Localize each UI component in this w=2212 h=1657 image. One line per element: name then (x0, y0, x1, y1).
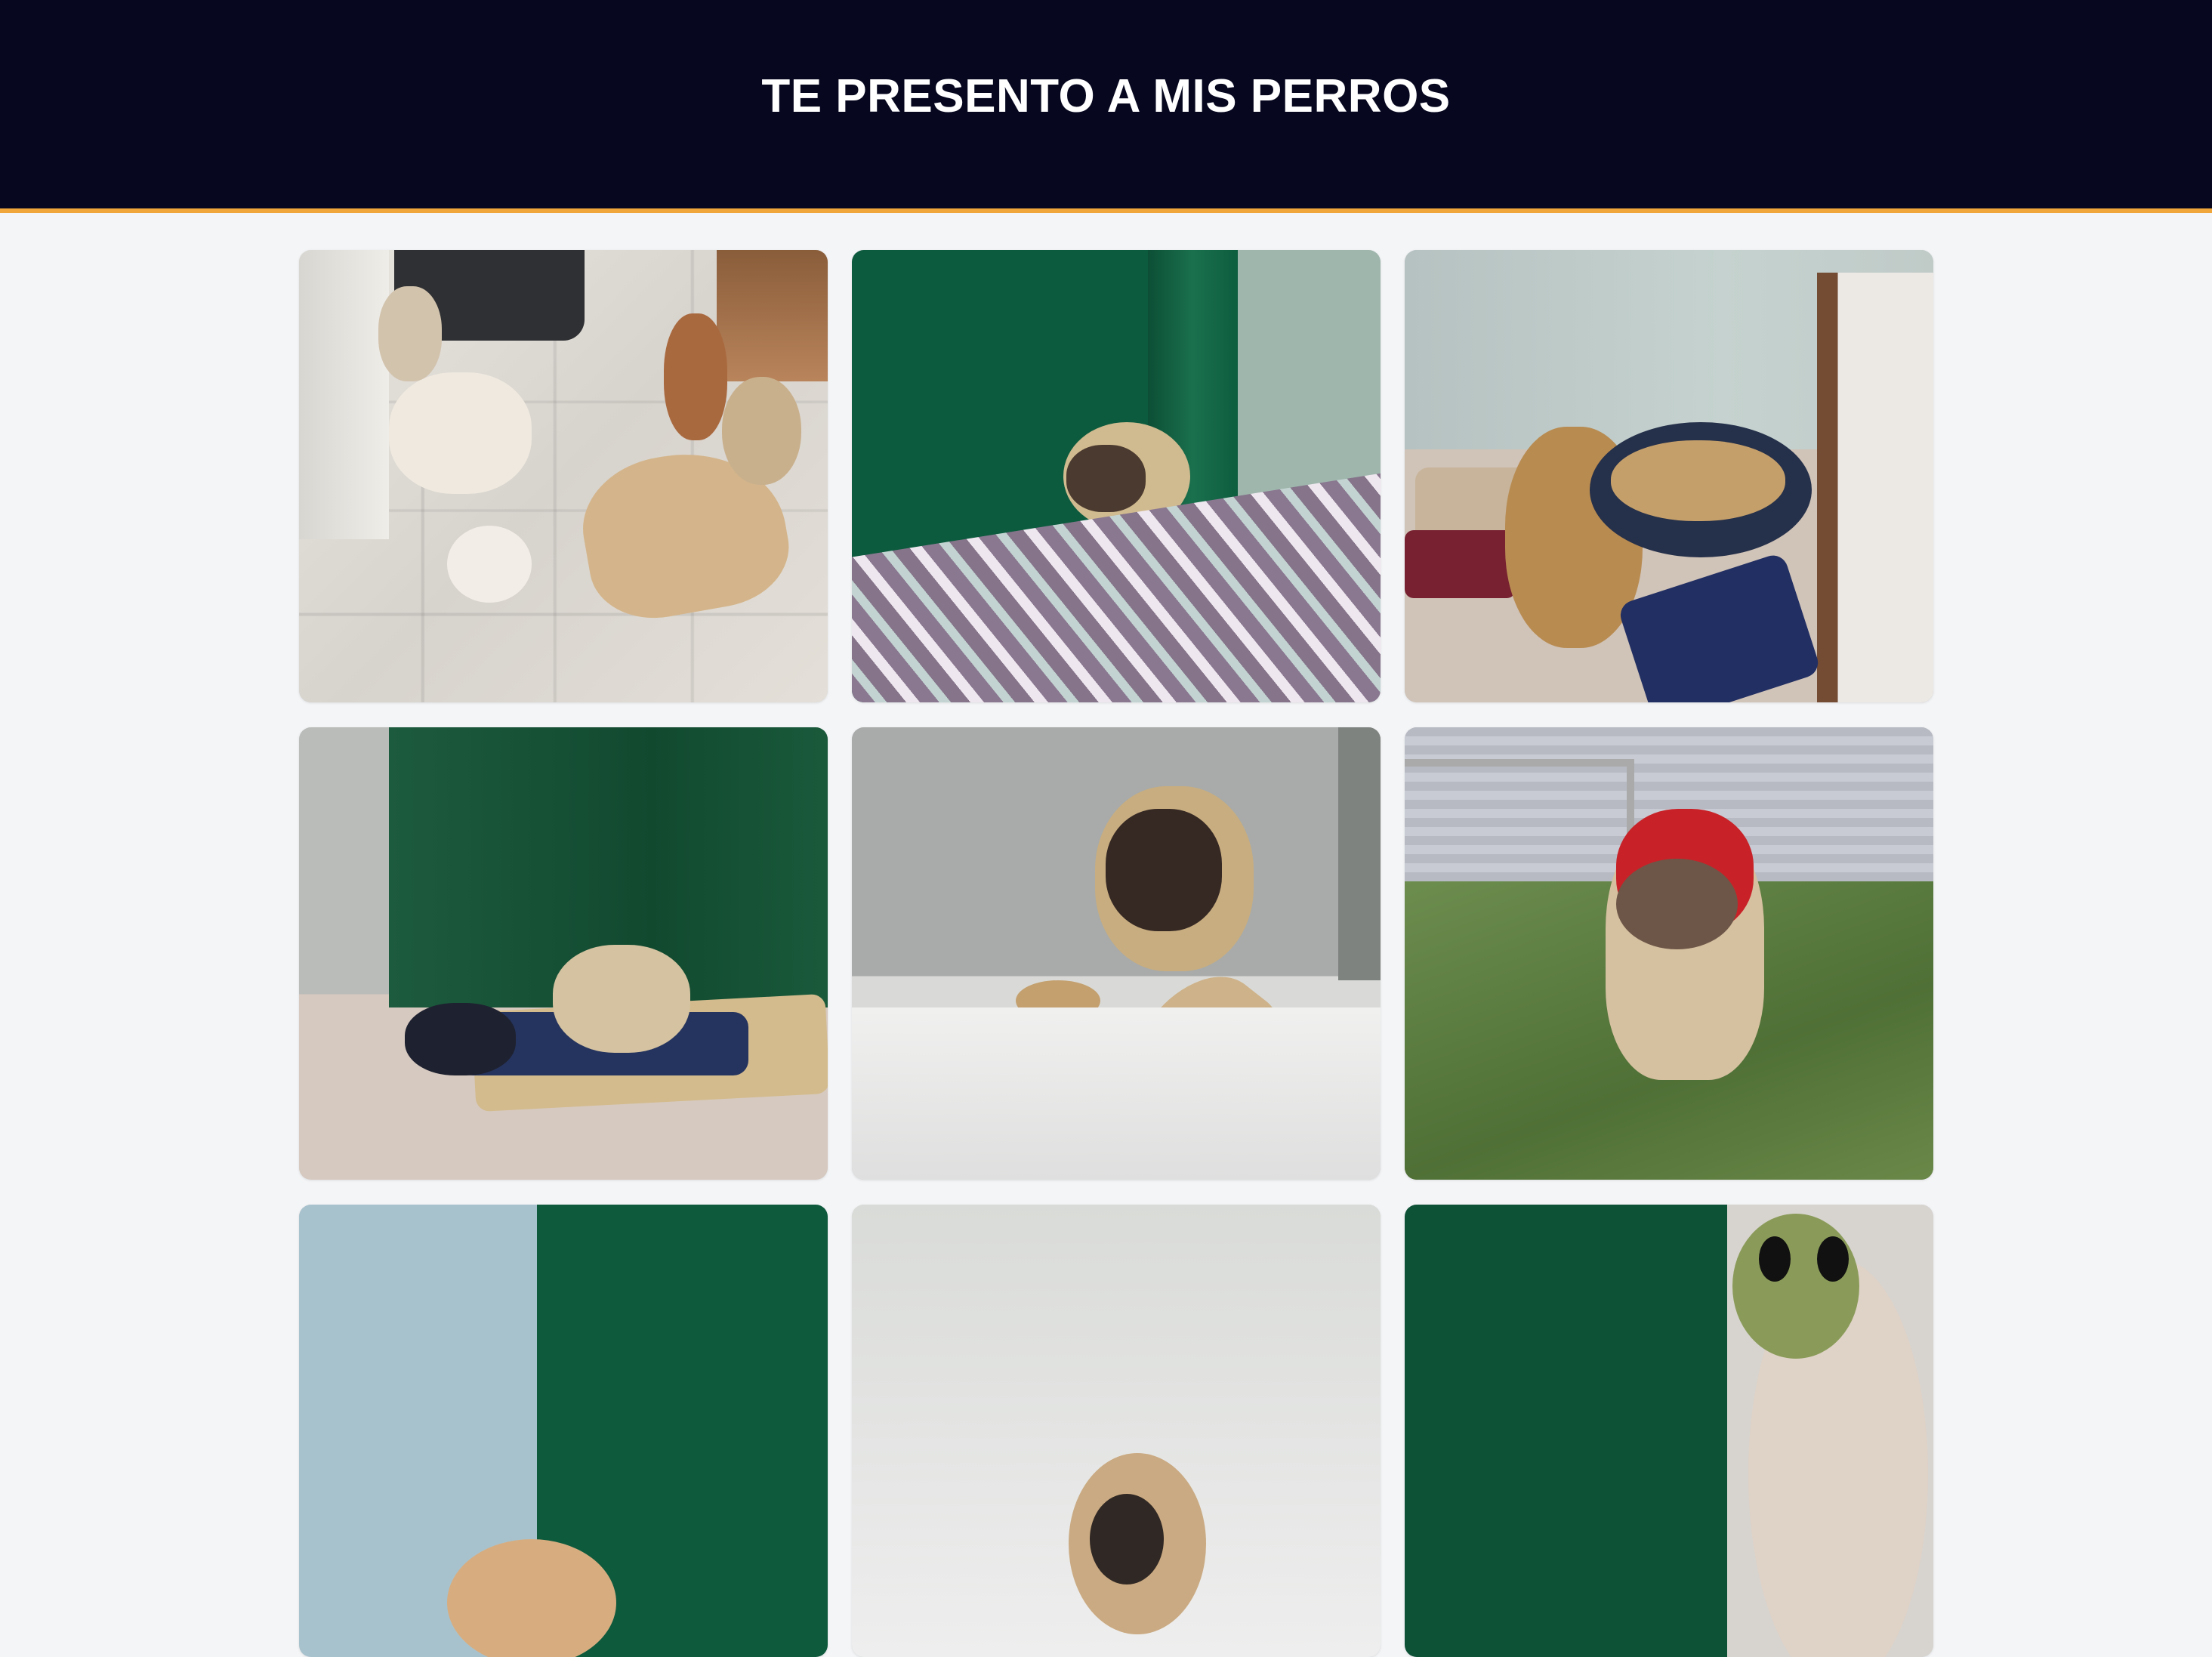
pug-in-red-sweater-photo (1405, 727, 1933, 1180)
dog-with-green-background-photo (299, 1205, 828, 1657)
dog-photo-gallery (299, 250, 1933, 1657)
dogs-on-tiled-floor-photo (299, 250, 828, 702)
pug-face-shape (1106, 808, 1222, 931)
red-cushion-shape (1405, 530, 1516, 599)
page-title: TE PRESENTO A MIS PERROS (761, 70, 1451, 122)
metal-rail-shape (1405, 758, 1634, 893)
toy-eye-icon (1759, 1236, 1791, 1282)
dog-photo-card-9[interactable] (1405, 1205, 1933, 1657)
white-sheet-shape (852, 1007, 1381, 1180)
dog-photo-card-8[interactable] (852, 1205, 1381, 1657)
brown-dog-head-shape (447, 1539, 616, 1657)
cabinet-shape (717, 250, 828, 381)
toy-eye-icon (1817, 1236, 1849, 1282)
bed-edge-shape (1817, 272, 1933, 702)
wall-shadow-shape (1338, 727, 1381, 981)
dog-photo-card-2[interactable] (852, 250, 1381, 702)
blue-blanket-shape (1616, 551, 1822, 702)
pug-under-curtain-photo (852, 250, 1381, 702)
lying-pug-shape (553, 944, 690, 1054)
pug-on-white-sheet-photo (852, 1205, 1381, 1657)
dogs-on-bedroom-floor-photo (1405, 250, 1933, 702)
green-plush-toy-shape (1732, 1213, 1859, 1359)
pug-face-shape (1066, 444, 1146, 513)
door-shape (299, 250, 389, 540)
dog-photo-card-1[interactable] (299, 250, 828, 702)
white-dog-face-shape (447, 526, 532, 603)
page-header: TE PRESENTO A MIS PERROS (0, 0, 2212, 213)
dog-photo-card-3[interactable] (1405, 250, 1933, 702)
pug-peeking-over-bed-photo (852, 727, 1381, 1180)
resting-dogs-shape (1611, 440, 1785, 522)
dog-photo-card-4[interactable] (299, 727, 828, 1180)
dark-toy-shape (405, 1003, 516, 1076)
brown-chihuahua-shape (664, 313, 727, 440)
dog-photo-card-5[interactable] (852, 727, 1381, 1180)
pug-shape (722, 376, 801, 486)
pug-on-dog-bed-photo (299, 727, 828, 1180)
dog-photo-card-7[interactable] (299, 1205, 828, 1657)
pug-by-chair-shape (378, 285, 442, 381)
toy-and-pug-photo (1405, 1205, 1933, 1657)
white-dog-shape (389, 372, 532, 495)
pug-face-shape (1616, 858, 1738, 949)
dog-photo-card-6[interactable] (1405, 727, 1933, 1180)
pug-face-shape (1090, 1494, 1164, 1585)
